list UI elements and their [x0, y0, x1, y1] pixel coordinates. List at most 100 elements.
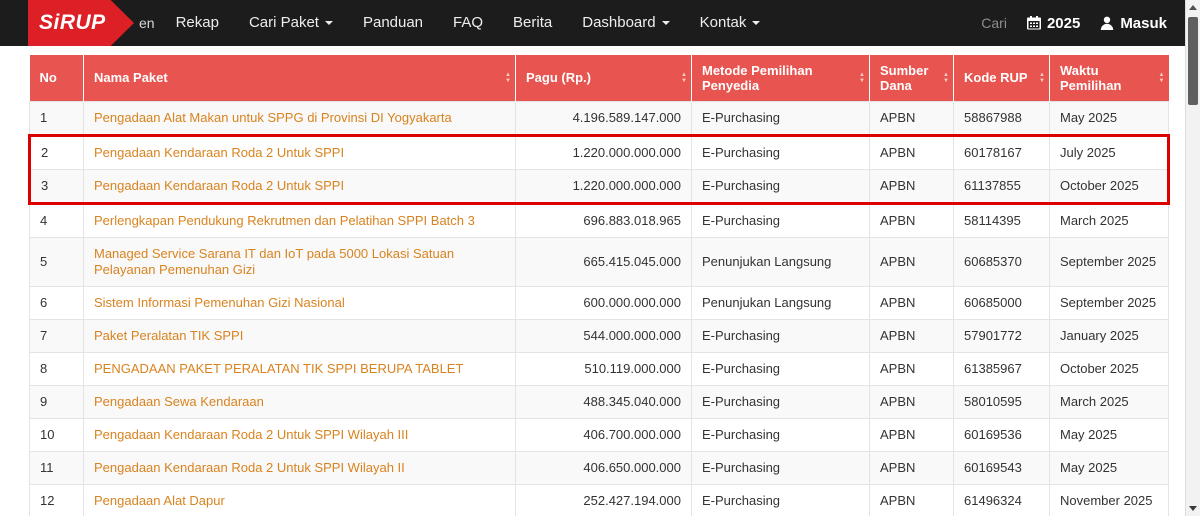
- cell-waktu: July 2025: [1050, 135, 1169, 169]
- cell-nama: Pengadaan Kendaraan Roda 2 Untuk SPPI Wi…: [84, 418, 516, 451]
- cell-waktu: September 2025: [1050, 286, 1169, 319]
- paket-link[interactable]: PENGADAAN PAKET PERALATAN TIK SPPI BERUP…: [94, 361, 463, 376]
- cell-no: 8: [30, 352, 84, 385]
- nav-item-panduan[interactable]: Panduan: [348, 0, 438, 46]
- sort-icon: [859, 72, 865, 84]
- cell-no: 7: [30, 319, 84, 352]
- logo-text: SiRUP: [39, 11, 106, 35]
- nav-item-kontak[interactable]: Kontak: [685, 0, 776, 46]
- column-header-metode-pemilihan-penyedia[interactable]: Metode Pemilihan Penyedia: [692, 55, 870, 101]
- cell-kode: 60685370: [954, 237, 1050, 286]
- paket-link[interactable]: Pengadaan Sewa Kendaraan: [94, 394, 264, 409]
- paket-link[interactable]: Pengadaan Kendaraan Roda 2 Untuk SPPI Wi…: [94, 460, 405, 475]
- nav-item-dashboard[interactable]: Dashboard: [567, 0, 684, 46]
- table-row: 12Pengadaan Alat Dapur252.427.194.000E-P…: [30, 484, 1169, 516]
- cell-sumber: APBN: [870, 237, 954, 286]
- column-header-kode-rup[interactable]: Kode RUP: [954, 55, 1050, 101]
- cell-metode: E-Purchasing: [692, 352, 870, 385]
- nav-item-cari-paket[interactable]: Cari Paket: [234, 0, 348, 46]
- paket-link[interactable]: Pengadaan Alat Dapur: [94, 493, 225, 508]
- table-row: 7Paket Peralatan TIK SPPI544.000.000.000…: [30, 319, 1169, 352]
- scrollbar-thumb[interactable]: [1188, 17, 1198, 105]
- cell-no: 10: [30, 418, 84, 451]
- nav-item-berita[interactable]: Berita: [498, 0, 567, 46]
- cell-nama: Sistem Informasi Pemenuhan Gizi Nasional: [84, 286, 516, 319]
- cell-sumber: APBN: [870, 418, 954, 451]
- column-header-nama-paket[interactable]: Nama Paket: [84, 55, 516, 101]
- paket-link[interactable]: Perlengkapan Pendukung Rekrutmen dan Pel…: [94, 213, 475, 228]
- cell-nama: Pengadaan Alat Dapur: [84, 484, 516, 516]
- cell-nama: Pengadaan Alat Makan untuk SPPG di Provi…: [84, 101, 516, 135]
- cell-pagu: 252.427.194.000: [516, 484, 692, 516]
- cell-metode: E-Purchasing: [692, 203, 870, 237]
- cell-nama: Pengadaan Kendaraan Roda 2 Untuk SPPI: [84, 135, 516, 169]
- cell-no: 11: [30, 451, 84, 484]
- table-row: 5 Managed Service Sarana IT dan IoT pada …: [30, 237, 1169, 286]
- chevron-down-icon: [752, 21, 760, 25]
- top-navbar: SiRUP en RekapCari PaketPanduanFAQBerita…: [0, 0, 1185, 46]
- paket-link[interactable]: Pengadaan Kendaraan Roda 2 Untuk SPPI Wi…: [94, 427, 408, 442]
- paket-link[interactable]: Pengadaan Kendaraan Roda 2 Untuk SPPI: [94, 145, 344, 160]
- column-header-no: No: [30, 55, 84, 101]
- sirup-logo[interactable]: SiRUP: [28, 0, 134, 46]
- chevron-down-icon: [325, 21, 333, 25]
- cell-pagu: 600.000.000.000: [516, 286, 692, 319]
- cell-nama: Pengadaan Kendaraan Roda 2 Untuk SPPI: [84, 169, 516, 203]
- cell-kode: 58114395: [954, 203, 1050, 237]
- cell-pagu: 510.119.000.000: [516, 352, 692, 385]
- login-button[interactable]: Masuk: [1100, 15, 1167, 32]
- login-label: Masuk: [1120, 15, 1167, 32]
- column-header-waktu-pemilihan[interactable]: Waktu Pemilihan: [1050, 55, 1169, 101]
- cell-sumber: APBN: [870, 385, 954, 418]
- nav-menu-item: Cari Paket: [234, 0, 348, 46]
- cell-metode: E-Purchasing: [692, 484, 870, 516]
- table-body: 1Pengadaan Alat Makan untuk SPPG di Prov…: [30, 101, 1169, 516]
- user-icon: [1100, 16, 1114, 30]
- cell-sumber: APBN: [870, 135, 954, 169]
- cell-nama: Managed Service Sarana IT dan IoT pada 5…: [84, 237, 516, 286]
- cell-nama: PENGADAAN PAKET PERALATAN TIK SPPI BERUP…: [84, 352, 516, 385]
- column-header-sumber-dana[interactable]: Sumber Dana: [870, 55, 954, 101]
- cell-sumber: APBN: [870, 352, 954, 385]
- cell-kode: 60169543: [954, 451, 1050, 484]
- cell-pagu: 665.415.045.000: [516, 237, 692, 286]
- scroll-up-arrow-icon[interactable]: [1186, 0, 1200, 15]
- column-header-label: No: [40, 70, 57, 85]
- cell-sumber: APBN: [870, 319, 954, 352]
- nav-menu-item: Rekap: [161, 0, 234, 46]
- cell-waktu: October 2025: [1050, 169, 1169, 203]
- cell-pagu: 488.345.040.000: [516, 385, 692, 418]
- paket-link[interactable]: Pengadaan Kendaraan Roda 2 Untuk SPPI: [94, 178, 344, 193]
- cell-no: 5: [30, 237, 84, 286]
- column-header-pagu-rp[interactable]: Pagu (Rp.): [516, 55, 692, 101]
- cell-waktu: May 2025: [1050, 418, 1169, 451]
- paket-link[interactable]: Managed Service Sarana IT dan IoT pada 5…: [94, 246, 454, 277]
- paket-link[interactable]: Paket Peralatan TIK SPPI: [94, 328, 243, 343]
- nav-menu-item: Berita: [498, 0, 567, 46]
- table-row: 9Pengadaan Sewa Kendaraan488.345.040.000…: [30, 385, 1169, 418]
- nav-item-rekap[interactable]: Rekap: [161, 0, 234, 46]
- paket-link[interactable]: Pengadaan Alat Makan untuk SPPG di Provi…: [94, 110, 452, 125]
- year-label: 2025: [1047, 15, 1080, 32]
- cell-nama: Paket Peralatan TIK SPPI: [84, 319, 516, 352]
- column-header-label: Waktu Pemilihan: [1060, 63, 1121, 93]
- cell-sumber: APBN: [870, 101, 954, 135]
- cell-nama: Pengadaan Kendaraan Roda 2 Untuk SPPI Wi…: [84, 451, 516, 484]
- nav-menu-item: FAQ: [438, 0, 498, 46]
- scroll-down-arrow-icon[interactable]: [1186, 501, 1200, 516]
- cell-metode: E-Purchasing: [692, 135, 870, 169]
- cell-pagu: 1.220.000.000.000: [516, 169, 692, 203]
- sort-icon: [943, 72, 949, 84]
- nav-menu: RekapCari PaketPanduanFAQBeritaDashboard…: [161, 0, 776, 46]
- cell-sumber: APBN: [870, 286, 954, 319]
- cell-kode: 60178167: [954, 135, 1050, 169]
- cell-waktu: March 2025: [1050, 203, 1169, 237]
- nav-search-label[interactable]: Cari: [981, 15, 1007, 31]
- paket-link[interactable]: Sistem Informasi Pemenuhan Gizi Nasional: [94, 295, 345, 310]
- nav-item-faq[interactable]: FAQ: [438, 0, 498, 46]
- cell-no: 3: [30, 169, 84, 203]
- cell-metode: E-Purchasing: [692, 418, 870, 451]
- table-row: 4Perlengkapan Pendukung Rekrutmen dan Pe…: [30, 203, 1169, 237]
- year-selector[interactable]: 2025: [1027, 15, 1080, 32]
- vertical-scrollbar[interactable]: [1185, 0, 1200, 516]
